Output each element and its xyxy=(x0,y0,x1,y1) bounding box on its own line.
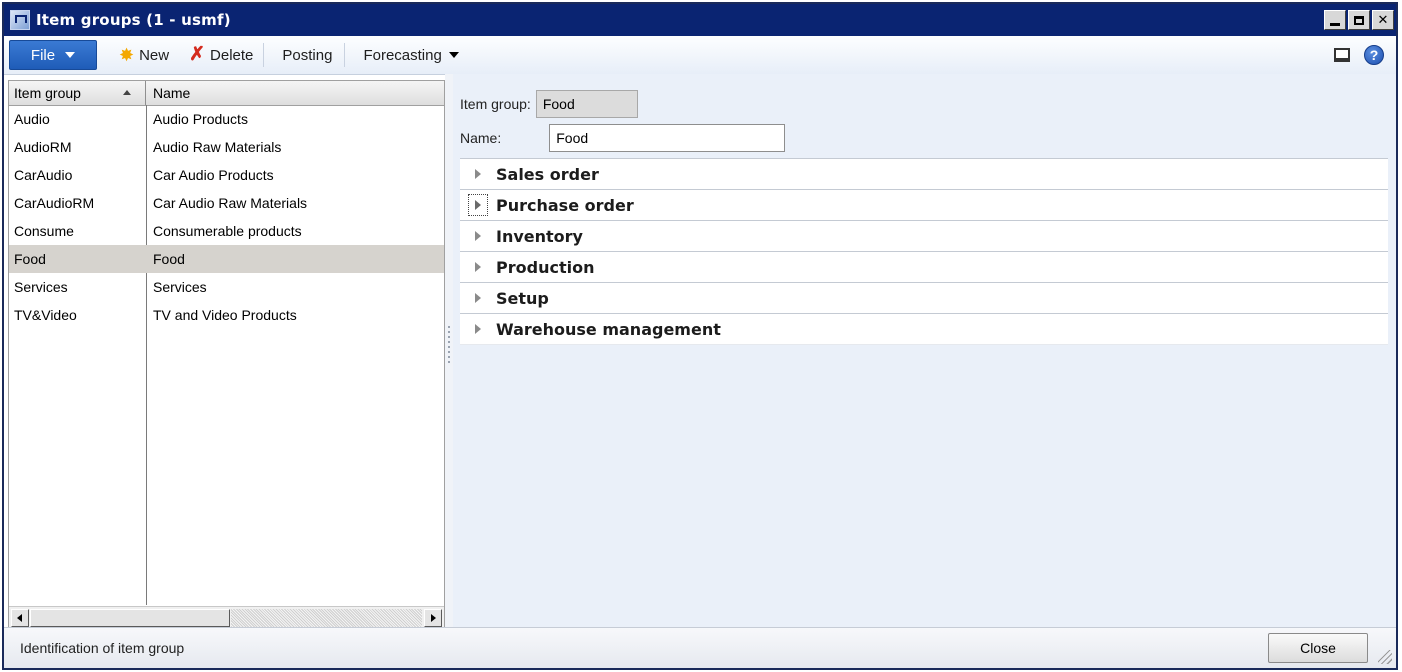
name-label: Name: xyxy=(460,130,502,146)
column-header-label: Name xyxy=(153,85,191,101)
item-group-cell: Services xyxy=(14,279,68,295)
close-icon: ✕ xyxy=(1377,12,1389,28)
grid-rows: Audio Audio Products AudioRM Audio Raw Mat… xyxy=(9,105,444,329)
delete-x-icon: ✗ xyxy=(189,44,206,65)
file-label: File xyxy=(30,46,56,64)
fasttab-label: Sales order xyxy=(496,164,599,184)
close-window-button[interactable]: ✕ xyxy=(1372,10,1394,30)
new-button[interactable]: ✸ New xyxy=(109,40,179,70)
fasttab-label: Inventory xyxy=(496,226,583,246)
item-group-cell: TV&Video xyxy=(14,307,77,323)
item-group-cell: CarAudio xyxy=(14,167,73,183)
item-group-cell: AudioRM xyxy=(14,139,72,155)
status-bar: Identification of item group Close xyxy=(4,627,1396,668)
sort-ascending-icon xyxy=(123,90,131,95)
delete-button[interactable]: ✗ Delete xyxy=(179,40,263,70)
dropdown-arrow-icon xyxy=(448,52,459,58)
table-row[interactable]: Services Services xyxy=(9,273,444,301)
help-icon[interactable]: ? xyxy=(1364,45,1384,65)
fasttab-label: Production xyxy=(496,257,595,277)
title-bar[interactable]: Item groups (1 - usmf) ✕ xyxy=(4,4,1396,36)
expand-triangle-icon xyxy=(472,291,484,305)
window-controls: ✕ xyxy=(1324,10,1394,30)
fasttab-label: Purchase order xyxy=(496,195,634,215)
name-cell: Food xyxy=(153,251,185,267)
fasttab-warehouse-management[interactable]: Warehouse management xyxy=(460,313,1388,345)
fasttab-label: Setup xyxy=(496,288,549,308)
table-row-selected[interactable]: Food Food xyxy=(9,245,444,273)
expand-triangle-icon xyxy=(472,260,484,274)
name-cell: Services xyxy=(153,279,207,295)
item-group-cell: CarAudioRM xyxy=(14,195,95,211)
table-row[interactable]: AudioRM Audio Raw Materials xyxy=(9,133,444,161)
expand-triangle-icon xyxy=(472,229,484,243)
maximize-button[interactable] xyxy=(1348,10,1370,30)
expand-triangle-icon xyxy=(472,322,484,336)
posting-label: Posting xyxy=(282,46,333,64)
column-header-name[interactable]: Name xyxy=(146,81,444,105)
minimize-icon xyxy=(1330,22,1340,26)
item-group-cell: Consume xyxy=(14,223,74,239)
scroll-track[interactable] xyxy=(231,609,422,627)
maximize-icon xyxy=(1354,15,1364,25)
fasttab-purchase-order[interactable]: Purchase order xyxy=(460,189,1388,220)
table-row[interactable]: Audio Audio Products xyxy=(9,105,444,133)
scroll-thumb[interactable] xyxy=(30,609,230,627)
fasttab-label: Warehouse management xyxy=(496,319,721,339)
posting-button[interactable]: Posting xyxy=(264,40,344,70)
horizontal-scrollbar[interactable] xyxy=(9,606,444,629)
action-pane: File ✸ New ✗ Delete Posting Forecasting … xyxy=(4,36,1396,75)
layout-pane-icon[interactable] xyxy=(1334,48,1350,62)
table-row[interactable]: CarAudioRM Car Audio Raw Materials xyxy=(9,189,444,217)
fasttab-list: Sales order Purchase order Inventory Pro… xyxy=(460,158,1388,345)
expand-triangle-icon xyxy=(472,167,484,181)
minimize-button[interactable] xyxy=(1324,10,1346,30)
name-cell: Consumerable products xyxy=(153,223,302,239)
column-header-label: Item group xyxy=(14,85,81,101)
table-row[interactable]: CarAudio Car Audio Products xyxy=(9,161,444,189)
fasttab-inventory[interactable]: Inventory xyxy=(460,220,1388,251)
forecasting-menu-button[interactable]: Forecasting xyxy=(345,40,468,70)
delete-label: Delete xyxy=(210,46,254,64)
expand-triangle-icon xyxy=(468,194,488,216)
item-groups-grid: Item group Name Audio Audio Products Audi… xyxy=(8,80,445,630)
name-cell: Audio Raw Materials xyxy=(153,139,282,155)
splitter-grip-icon xyxy=(448,326,450,366)
table-row[interactable]: Consume Consumerable products xyxy=(9,217,444,245)
resize-grip-icon[interactable] xyxy=(1378,650,1392,664)
fasttab-sales-order[interactable]: Sales order xyxy=(460,158,1388,189)
item-group-field-row: Item group: Food xyxy=(460,90,638,118)
name-field-row: Name: Food xyxy=(460,124,786,152)
name-cell: Car Audio Products xyxy=(153,167,274,183)
new-star-icon: ✸ xyxy=(119,45,135,65)
item-group-label: Item group: xyxy=(460,96,531,112)
name-cell: Audio Products xyxy=(153,111,248,127)
window-title: Item groups (1 - usmf) xyxy=(36,11,231,29)
action-pane-right: ? xyxy=(1334,45,1384,65)
column-header-item-group[interactable]: Item group xyxy=(9,81,146,105)
chevron-down-icon xyxy=(65,52,76,58)
name-cell: Car Audio Raw Materials xyxy=(153,195,308,211)
scroll-left-button[interactable] xyxy=(11,609,29,627)
item-group-cell: Audio xyxy=(14,111,50,127)
name-field[interactable]: Food xyxy=(549,124,786,152)
item-group-field[interactable]: Food xyxy=(535,90,638,118)
status-text: Identification of item group xyxy=(20,640,185,656)
details-pane: Item group: Food Name: Food Sales order … xyxy=(453,74,1396,632)
grid-header: Item group Name xyxy=(9,81,444,106)
scroll-right-button[interactable] xyxy=(424,609,442,627)
fasttab-setup[interactable]: Setup xyxy=(460,282,1388,313)
item-group-cell: Food xyxy=(14,251,46,267)
forecasting-label: Forecasting xyxy=(363,46,442,64)
app-window-icon xyxy=(10,10,30,30)
fasttab-production[interactable]: Production xyxy=(460,251,1388,282)
file-menu-button[interactable]: File xyxy=(9,40,97,70)
table-row[interactable]: TV&Video TV and Video Products xyxy=(9,301,444,329)
name-cell: TV and Video Products xyxy=(153,307,297,323)
item-groups-window: Item groups (1 - usmf) ✕ File ✸ New ✗ De… xyxy=(2,2,1398,670)
close-button[interactable]: Close xyxy=(1268,633,1368,663)
pane-splitter[interactable] xyxy=(445,74,453,632)
new-label: New xyxy=(139,46,170,64)
